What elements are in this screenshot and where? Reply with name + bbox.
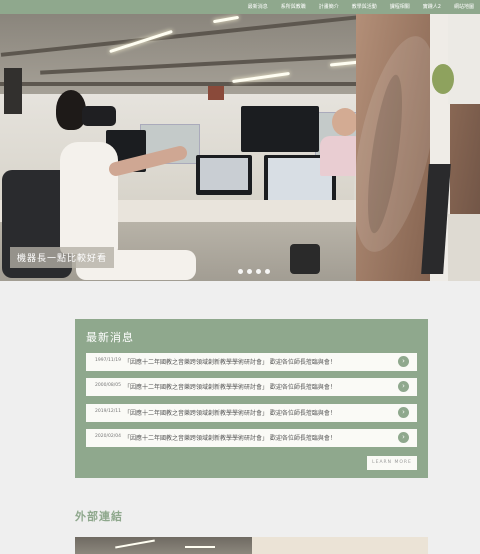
news-item[interactable]: 2019/12/11 「因應十二年國教之音樂跨領域創新教學學術研討會」 歡迎各位… (86, 404, 417, 422)
news-date: 2020/02/04 (95, 434, 121, 439)
carousel-dot-3[interactable] (256, 269, 261, 274)
top-navigation: 最新消息 系所與教職 計畫簡介 教學與活動 課程相關 實踐人2 網站地圖 (0, 0, 480, 14)
external-link-thumbnail[interactable] (252, 537, 428, 554)
news-date: 1997/11/19 (95, 358, 121, 363)
nav-item-courses[interactable]: 課程相關 (390, 3, 410, 11)
nav-item-faculty[interactable]: 系所與教職 (281, 3, 306, 11)
hero-caption: 機器長一點比較好看 (10, 247, 115, 268)
news-item[interactable]: 1997/11/19 「因應十二年國教之音樂跨領域創新教學學術研討會」 歡迎各位… (86, 353, 417, 371)
news-date: 2000/08/05 (95, 383, 121, 388)
news-headline: 「因應十二年國教之音樂跨領域創新教學學術研討會」 歡迎各位師長蒞臨與會！ (124, 410, 336, 417)
nav-item-practitioner[interactable]: 實踐人2 (423, 3, 441, 11)
carousel-pagination (238, 269, 270, 274)
news-section-title: 最新消息 (86, 331, 134, 344)
nav-item-latest-news[interactable]: 最新消息 (248, 3, 268, 11)
news-headline: 「因應十二年國教之音樂跨領域創新教學學術研討會」 歡迎各位師長蒞臨與會！ (124, 384, 336, 391)
learn-more-button[interactable]: LEARN MORE (367, 456, 417, 470)
news-item[interactable]: 2020/02/04 「因應十二年國教之音樂跨領域創新教學學術研討會」 歡迎各位… (86, 429, 417, 447)
carousel-dot-2[interactable] (247, 269, 252, 274)
hero-image (0, 14, 480, 281)
external-links-title: 外部連結 (75, 510, 123, 523)
chevron-right-icon[interactable]: › (398, 432, 409, 443)
news-headline: 「因應十二年國教之音樂跨領域創新教學學術研討會」 歡迎各位師長蒞臨與會！ (124, 435, 336, 442)
nav-item-teaching-activities[interactable]: 教學與活動 (352, 3, 377, 11)
news-headline: 「因應十二年國教之音樂跨領域創新教學學術研討會」 歡迎各位師長蒞臨與會！ (124, 359, 336, 366)
news-item[interactable]: 2000/08/05 「因應十二年國教之音樂跨領域創新教學學術研討會」 歡迎各位… (86, 378, 417, 396)
hero-carousel: 機器長一點比較好看 (0, 14, 480, 281)
news-date: 2019/12/11 (95, 409, 121, 414)
chevron-right-icon[interactable]: › (398, 407, 409, 418)
latest-news-panel: 最新消息 1997/11/19 「因應十二年國教之音樂跨領域創新教學學術研討會」… (75, 319, 428, 478)
nav-item-project-intro[interactable]: 計畫簡介 (319, 3, 339, 11)
external-link-thumbnail[interactable] (75, 537, 252, 554)
nav-item-sitemap[interactable]: 網站地圖 (454, 3, 474, 11)
chevron-right-icon[interactable]: › (398, 356, 409, 367)
carousel-dot-1[interactable] (238, 269, 243, 274)
carousel-dot-4[interactable] (265, 269, 270, 274)
chevron-right-icon[interactable]: › (398, 381, 409, 392)
